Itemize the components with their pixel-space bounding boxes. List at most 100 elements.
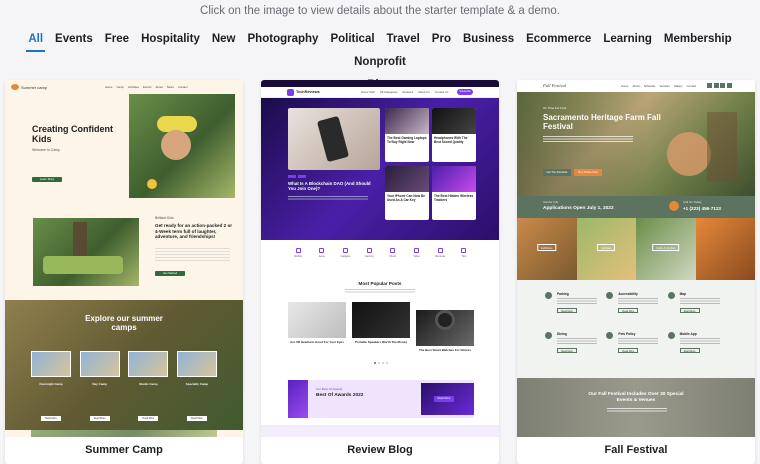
info-icon (667, 292, 675, 299)
footer-heading: Our Fall Festival Includes Over 30 Speci… (588, 392, 684, 403)
side-post-title: Headphones With The Best Sound Quality (434, 136, 468, 144)
camp-name: Day Camp (92, 382, 107, 386)
about-heading: Get ready for an action-packed 2 or 4-We… (155, 223, 233, 239)
card-title[interactable]: Summer Camp (5, 437, 243, 464)
filter-tab-events[interactable]: Events (55, 28, 93, 50)
side-post-title: The Best Gaming Laptops To Buy Right Now (387, 136, 427, 144)
filter-tab-political[interactable]: Political (330, 28, 374, 50)
filter-tab-photography[interactable]: Photography (248, 28, 319, 50)
sun-logo-icon (11, 84, 19, 90)
info-lines (618, 338, 659, 344)
camp-card: Studio Camp Read More (128, 351, 169, 421)
card-title[interactable]: Fall Festival (517, 437, 755, 464)
template-preview[interactable]: TechReviews Home Tech All Categories Revie… (261, 80, 499, 437)
camp-name: Overnight Camp (39, 382, 63, 386)
category-item: Gadgets (335, 248, 355, 258)
filter-tab-free[interactable]: Free (105, 28, 129, 50)
filter-tab-learning[interactable]: Learning (603, 28, 652, 50)
camp-name: Studio Camp (139, 382, 158, 386)
popular-post-title: Portable Speakers Worth The Money (354, 340, 408, 344)
about-kicker: Brilliant Kids (155, 216, 174, 220)
info-lines (679, 298, 720, 304)
logo-icon (287, 89, 294, 96)
filter-tab-new[interactable]: New (212, 28, 236, 50)
template-card-fall-festival[interactable]: Fall Festival Home About Schedule Vendors Ga… (517, 80, 755, 464)
subscribe-button: Subscribe (457, 89, 473, 95)
hero-kicker: It's Time For Fun! (543, 106, 567, 110)
info-read-more-button: Read More (557, 308, 577, 313)
nav-item: Events (142, 85, 152, 89)
category-icon (437, 248, 443, 253)
camp-photo (79, 351, 120, 377)
info-title: Mobile App (679, 332, 697, 336)
camp-card: Day Camp Read More (79, 351, 120, 421)
tickets-button: Buy Tickets Now (574, 169, 602, 176)
side-post-title: Your iPhone Can Now Be Used As A Car Key (387, 194, 426, 202)
info-item: Map Read More (667, 292, 729, 318)
card-title[interactable]: Review Blog (261, 437, 499, 464)
hero-heading: Sacramento Heritage Farm Fall Festival (543, 113, 661, 131)
category-label: Music (389, 255, 397, 258)
category-item: Apps (312, 248, 332, 258)
category-label: Reviews (435, 255, 446, 258)
template-preview[interactable]: Fall Festival Home About Schedule Vendors Ga… (517, 80, 755, 437)
site-nav: Home Tech All Categories Reviews About Us Co… (361, 90, 448, 94)
filter-tab-travel[interactable]: Travel (387, 28, 420, 50)
info-item: Pets Policy Read More (606, 332, 667, 358)
nav-item: All Categories (380, 90, 398, 94)
template-card-review-blog[interactable]: TechReviews Home Tech All Categories Revie… (261, 80, 499, 464)
camp-photo (176, 351, 217, 377)
apply-heading: Applications Open July 1, 2022 (543, 206, 614, 211)
info-lines (557, 298, 597, 304)
template-card-summer-camp[interactable]: Summer camp Home Camp Activities Events Abou… (5, 80, 243, 464)
nav-item: Contact (177, 85, 188, 89)
nav-item: Schedule (643, 84, 656, 88)
info-title: Parking (557, 292, 569, 296)
popular-posts: Are VR Headsets Good For Your Eyes Portab… (288, 302, 474, 353)
camp-read-more-button: Read More (89, 416, 110, 421)
info-read-more-button: Read More (618, 308, 639, 313)
category-label: Apps (318, 255, 325, 258)
nav-item: Gallery (673, 84, 683, 88)
filter-tab-ecommerce[interactable]: Ecommerce (526, 28, 591, 50)
gallery-button: Activities (597, 244, 616, 251)
awards-button: Read More (434, 396, 454, 402)
about-button: Get Started (155, 271, 185, 276)
camp-card: Overnight Camp Read More (31, 351, 71, 421)
info-icon (606, 332, 614, 339)
side-post: Your iPhone Can Now Be Used As A Car Key (385, 166, 429, 220)
social-icons (707, 83, 732, 88)
gallery-row: Exhibitors Activities Crafts & Vendors (517, 218, 755, 280)
gallery-photo (695, 218, 755, 280)
filter-tab-nonprofit[interactable]: Nonprofit (354, 51, 406, 73)
filter-tab-all[interactable]: All (26, 28, 45, 52)
category-icon (342, 248, 348, 253)
category-item: Music (383, 248, 403, 258)
side-post-title: The Best Hidden Wireless Trackers (434, 194, 474, 202)
site-logo-text: Summer camp (21, 85, 48, 90)
nav-item: Home (621, 84, 629, 88)
info-read-more-button: Read More (557, 348, 577, 353)
side-post: Headphones With The Best Sound Quality (432, 108, 476, 162)
filter-tab-pro[interactable]: Pro (432, 28, 451, 50)
gallery-photo: Crafts & Vendors (636, 218, 696, 280)
side-post: The Best Gaming Laptops To Buy Right Now (385, 108, 429, 162)
about-paragraph-lines (155, 248, 230, 262)
hero-heading: Creating Confident Kids (32, 124, 113, 144)
info-item: Accessibility Read More (606, 292, 667, 318)
popular-post: The Best Smart Watches For Fitness (416, 302, 474, 353)
filter-tab-membership[interactable]: Membership (664, 28, 732, 50)
info-lines (679, 338, 720, 344)
site-nav: Home About Schedule Vendors Gallery Contact (621, 84, 696, 88)
carousel-dots (371, 362, 391, 364)
popular-heading: Most Popular Posts (358, 281, 402, 286)
site-logo-text: TechReviews (296, 90, 320, 94)
schedule-button: Get The Schedule (543, 169, 571, 176)
featured-post-title: What Is A Blockchain DAO (And Should You… (288, 181, 371, 192)
camp-list: Overnight Camp Read More Day Camp Read More… (31, 351, 217, 421)
filter-tab-hospitality[interactable]: Hospitality (141, 28, 200, 50)
popular-post: Portable Speakers Worth The Money (352, 302, 410, 353)
template-preview[interactable]: Summer camp Home Camp Activities Events Abou… (5, 80, 243, 437)
filter-tab-business[interactable]: Business (463, 28, 514, 50)
hero-buttons: Get The Schedule Buy Tickets Now (543, 169, 602, 176)
